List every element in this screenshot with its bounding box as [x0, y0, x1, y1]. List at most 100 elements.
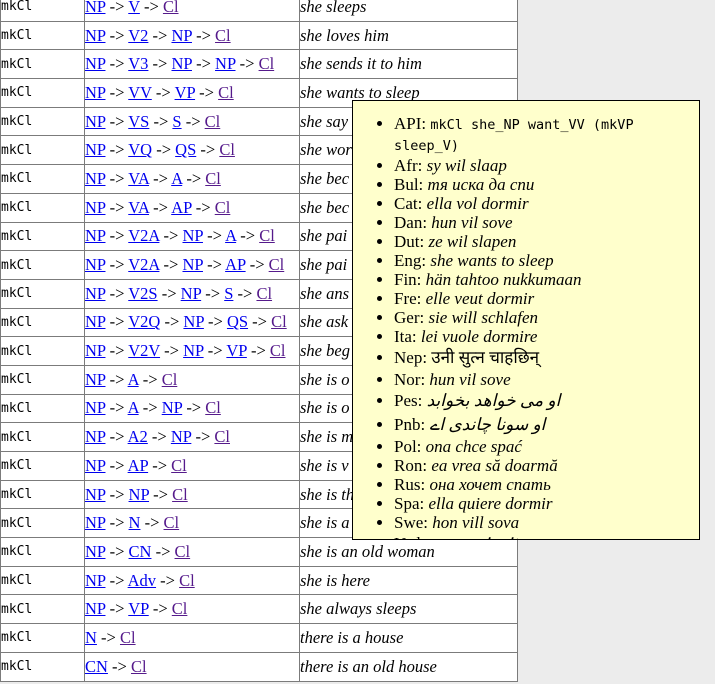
category-link-np[interactable]: NP: [85, 112, 105, 131]
category-link-np[interactable]: NP: [183, 341, 203, 360]
category-link-np[interactable]: NP: [183, 312, 203, 331]
category-link-ap[interactable]: AP: [225, 255, 245, 274]
category-link-vp[interactable]: VP: [175, 83, 195, 102]
category-link-np[interactable]: NP: [85, 485, 105, 504]
category-link-np[interactable]: NP: [85, 599, 105, 618]
category-link-qs[interactable]: QS: [227, 312, 248, 331]
category-link-ap[interactable]: AP: [128, 456, 148, 475]
category-link-cl[interactable]: Cl: [218, 83, 234, 102]
category-link-vp[interactable]: VP: [128, 599, 148, 618]
category-link-a[interactable]: A: [128, 398, 139, 417]
category-link-qs[interactable]: QS: [175, 140, 196, 159]
category-link-v2[interactable]: V2: [128, 26, 148, 45]
category-link-np[interactable]: NP: [85, 0, 105, 16]
category-link-cl[interactable]: Cl: [172, 599, 188, 618]
category-link-a[interactable]: A: [128, 370, 139, 389]
category-link-n[interactable]: N: [129, 513, 141, 532]
table-row[interactable]: mkClNP -> V2 -> NP -> Clshe loves him: [1, 21, 518, 50]
category-link-np[interactable]: NP: [171, 427, 191, 446]
category-link-np[interactable]: NP: [171, 26, 191, 45]
category-link-cn[interactable]: CN: [85, 657, 108, 676]
category-link-np[interactable]: NP: [85, 427, 105, 446]
category-link-cl[interactable]: Cl: [215, 198, 231, 217]
category-link-np[interactable]: NP: [85, 226, 105, 245]
table-row[interactable]: mkClNP -> V3 -> NP -> NP -> Clshe sends …: [1, 50, 518, 79]
category-link-cl[interactable]: Cl: [205, 112, 221, 131]
category-link-v3[interactable]: V3: [128, 54, 148, 73]
category-link-adv[interactable]: Adv: [128, 571, 156, 590]
category-link-np[interactable]: NP: [162, 398, 182, 417]
category-link-np[interactable]: NP: [85, 312, 105, 331]
category-link-v2s[interactable]: V2S: [128, 284, 157, 303]
category-link-v2q[interactable]: V2Q: [128, 312, 160, 331]
category-link-cl[interactable]: Cl: [271, 312, 287, 331]
category-link-np[interactable]: NP: [85, 542, 105, 561]
category-link-np[interactable]: NP: [85, 198, 105, 217]
category-link-np[interactable]: NP: [85, 284, 105, 303]
category-link-va[interactable]: VA: [128, 169, 149, 188]
category-link-np[interactable]: NP: [182, 226, 202, 245]
category-link-cl[interactable]: Cl: [214, 427, 230, 446]
category-link-cl[interactable]: Cl: [259, 226, 275, 245]
category-link-cl[interactable]: Cl: [120, 628, 136, 647]
category-link-np[interactable]: NP: [85, 513, 105, 532]
category-link-cl[interactable]: Cl: [179, 571, 195, 590]
category-link-cl[interactable]: Cl: [256, 284, 272, 303]
category-link-cl[interactable]: Cl: [172, 485, 188, 504]
category-link-np[interactable]: NP: [182, 255, 202, 274]
category-link-cl[interactable]: Cl: [163, 0, 179, 16]
category-link-np[interactable]: NP: [85, 341, 105, 360]
category-link-np[interactable]: NP: [181, 284, 201, 303]
category-link-cl[interactable]: Cl: [131, 657, 147, 676]
category-link-vv[interactable]: VV: [128, 83, 152, 102]
category-link-cl[interactable]: Cl: [270, 341, 286, 360]
table-row[interactable]: mkClNP -> V -> Clshe sleeps: [1, 0, 518, 21]
category-link-np[interactable]: NP: [129, 485, 149, 504]
category-link-np[interactable]: NP: [85, 140, 105, 159]
category-link-cl[interactable]: Cl: [171, 456, 187, 475]
table-row[interactable]: mkClCN -> Clthere is an old house: [1, 652, 518, 681]
category-link-v2v[interactable]: V2V: [128, 341, 160, 360]
category-link-cl[interactable]: Cl: [219, 140, 235, 159]
category-link-vs[interactable]: VS: [128, 112, 149, 131]
category-link-cn[interactable]: CN: [129, 542, 152, 561]
translation-item: Dan: hun vil sove: [394, 213, 693, 232]
category-link-cl[interactable]: Cl: [164, 513, 180, 532]
category-link-np[interactable]: NP: [215, 54, 235, 73]
category-link-np[interactable]: NP: [85, 398, 105, 417]
table-row[interactable]: mkClNP -> VP -> Clshe always sleeps: [1, 595, 518, 624]
category-link-ap[interactable]: AP: [171, 198, 191, 217]
table-row[interactable]: mkClNP -> CN -> Clshe is an old woman: [1, 538, 518, 567]
category-link-np[interactable]: NP: [85, 456, 105, 475]
category-link-cl[interactable]: Cl: [215, 26, 231, 45]
category-link-cl[interactable]: Cl: [175, 542, 191, 561]
category-link-v2a[interactable]: V2A: [128, 226, 159, 245]
category-link-vp[interactable]: VP: [226, 341, 246, 360]
arrow-separator: ->: [148, 427, 171, 446]
category-link-v2a[interactable]: V2A: [128, 255, 159, 274]
category-link-cl[interactable]: Cl: [162, 370, 178, 389]
table-row[interactable]: mkClNP -> Adv -> Clshe is here: [1, 566, 518, 595]
category-link-s[interactable]: S: [224, 284, 233, 303]
category-link-a[interactable]: A: [225, 226, 236, 245]
category-link-cl[interactable]: Cl: [259, 54, 275, 73]
category-link-v[interactable]: V: [128, 0, 140, 16]
category-link-np[interactable]: NP: [85, 169, 105, 188]
category-link-cl[interactable]: Cl: [205, 398, 221, 417]
category-link-np[interactable]: NP: [85, 54, 105, 73]
category-link-np[interactable]: NP: [85, 83, 105, 102]
category-link-a[interactable]: A: [171, 169, 182, 188]
category-link-n[interactable]: N: [85, 628, 97, 647]
category-link-np[interactable]: NP: [85, 26, 105, 45]
category-link-np[interactable]: NP: [85, 370, 105, 389]
category-link-np[interactable]: NP: [85, 571, 105, 590]
table-row[interactable]: mkClN -> Clthere is a house: [1, 624, 518, 653]
category-link-va[interactable]: VA: [128, 198, 149, 217]
category-link-s[interactable]: S: [172, 112, 181, 131]
category-link-a2[interactable]: A2: [128, 427, 148, 446]
category-link-np[interactable]: NP: [171, 54, 191, 73]
category-link-np[interactable]: NP: [85, 255, 105, 274]
category-link-vq[interactable]: VQ: [128, 140, 152, 159]
category-link-cl[interactable]: Cl: [205, 169, 221, 188]
category-link-cl[interactable]: Cl: [269, 255, 285, 274]
